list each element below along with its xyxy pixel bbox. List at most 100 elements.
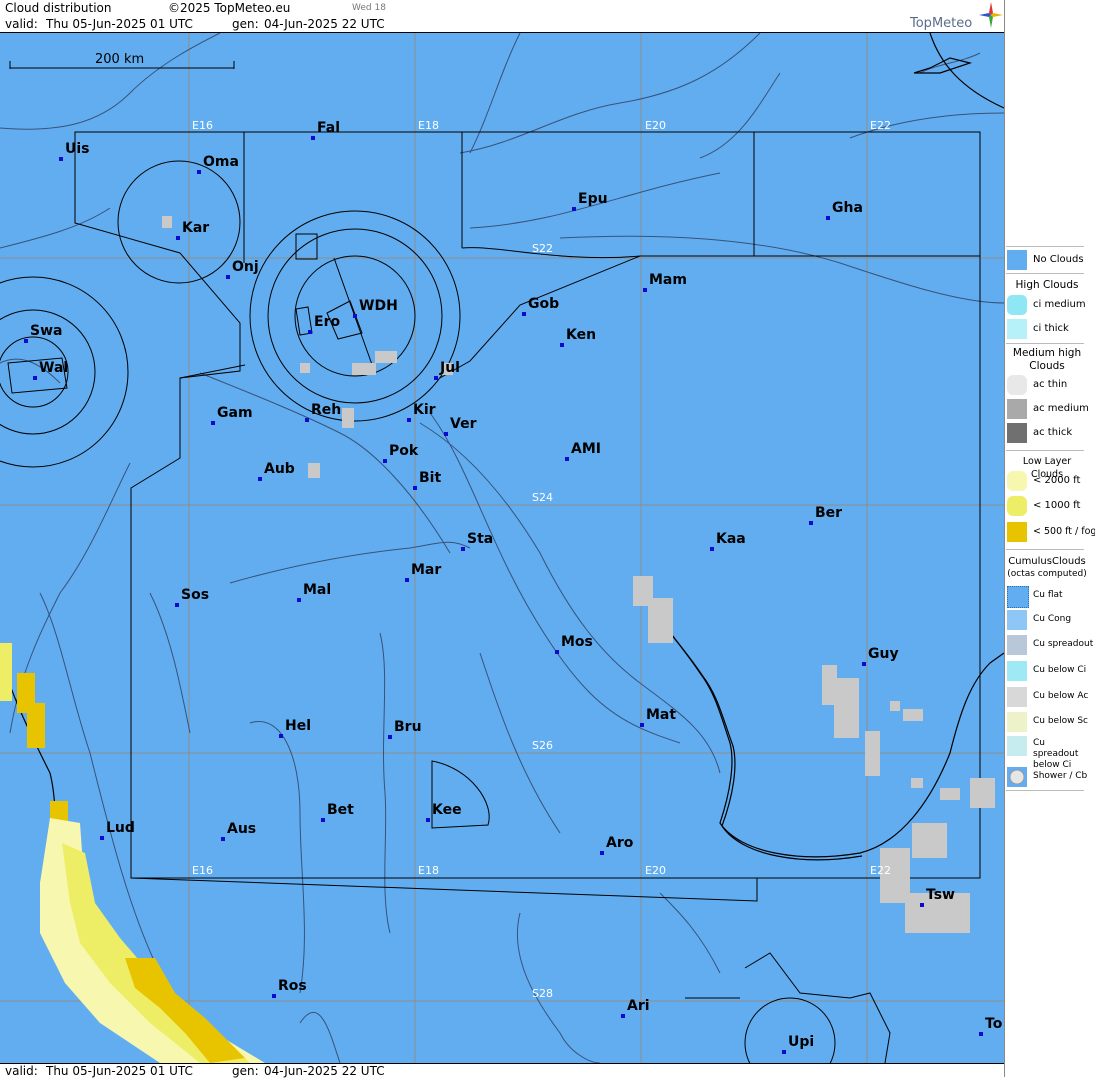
station-label: Bru <box>394 719 422 735</box>
station-label: Swa <box>30 323 63 339</box>
cloud-map[interactable]: 200 km E16 E18 E20 E22 E16 E18 E20 E22 S… <box>0 33 1004 1063</box>
grid-label-e16-bottom: E16 <box>192 864 213 877</box>
station-dot <box>197 170 201 174</box>
station-dot <box>175 603 179 607</box>
legend-no-clouds: No Clouds <box>1007 248 1087 270</box>
legend-label: Cu below Ac <box>1033 691 1089 701</box>
copyright: ©2025 TopMeteo.eu <box>168 1 291 15</box>
station-dot <box>297 598 301 602</box>
legend-cu-below-ac: Cu below Ac <box>1007 685 1089 707</box>
time-tag: Wed 18 <box>352 3 386 13</box>
station-dot <box>24 339 28 343</box>
footer-gen-label: gen: <box>232 1064 259 1078</box>
legend-panel: No Clouds High Clouds ci medium ci thick… <box>1004 0 1095 1077</box>
station-label: Ver <box>450 416 477 432</box>
station-dot <box>643 288 647 292</box>
station-label: Kir <box>413 402 436 418</box>
station-label: Bit <box>419 470 442 486</box>
station-label: AMI <box>571 441 601 457</box>
station-dot <box>600 851 604 855</box>
station-dot <box>388 735 392 739</box>
legend-ci-thick: ci thick <box>1007 317 1087 339</box>
station-label: Pok <box>389 443 419 459</box>
station-label: Sta <box>467 531 494 547</box>
station-dot <box>565 457 569 461</box>
station-dot <box>560 343 564 347</box>
grid-label-e22-top: E22 <box>870 119 891 132</box>
station-label: Oma <box>203 154 239 170</box>
station-dot <box>407 418 411 422</box>
legend-ac-medium: ac medium <box>1007 397 1089 419</box>
station-label: Aro <box>606 835 634 851</box>
legend-ac-thin: ac thin <box>1007 373 1087 395</box>
swatch-cu-cong <box>1007 610 1027 630</box>
legend-label: Cu spreadout <box>1033 639 1094 649</box>
swatch-low-1000 <box>1007 496 1027 516</box>
station-dot <box>444 432 448 436</box>
station-dot <box>176 236 180 240</box>
station-label: Ros <box>278 978 307 994</box>
station-dot <box>461 547 465 551</box>
legend-label: < 2000 ft <box>1033 475 1081 486</box>
station-label: Tsw <box>926 887 955 903</box>
station-label: Ber <box>815 505 843 521</box>
station-dot <box>862 662 866 666</box>
station-label: To <box>985 1016 1003 1032</box>
grid-label-e18-top: E18 <box>418 119 439 132</box>
legend-divider <box>1006 549 1084 550</box>
map-title: Cloud distribution <box>5 1 112 15</box>
footer-valid-label: valid: <box>5 1064 38 1078</box>
swatch-cu-flat <box>1007 586 1029 608</box>
swatch-shower <box>1007 767 1027 787</box>
station-dot <box>221 837 225 841</box>
station-label: Kee <box>432 802 462 818</box>
station-label: Jul <box>440 360 460 376</box>
station-dot <box>979 1032 983 1036</box>
station-dot <box>434 376 438 380</box>
swatch-low-500 <box>1007 522 1027 542</box>
station-label: Kaa <box>716 531 746 547</box>
valid-label: valid: <box>5 17 38 31</box>
legend-ci-medium: ci medium <box>1007 293 1087 315</box>
grid-label-e20-bottom: E20 <box>645 864 666 877</box>
legend-cu-flat: Cu flat <box>1007 584 1087 608</box>
station-dot <box>321 818 325 822</box>
station-dot <box>920 903 924 907</box>
station-label: Lud <box>106 820 135 836</box>
swatch-low-2000 <box>1007 471 1027 491</box>
station-dot <box>809 521 813 525</box>
station-label: Mar <box>411 562 442 578</box>
station-label: Gam <box>217 405 253 421</box>
station-dot <box>279 734 283 738</box>
station-label: Ari <box>627 998 650 1014</box>
station-label: Mam <box>649 272 687 288</box>
swatch-cu-spread-ci <box>1007 736 1027 756</box>
station-label: Uis <box>65 141 90 157</box>
legend-divider <box>1006 273 1084 274</box>
station-label: Wal <box>39 360 69 376</box>
station-dot <box>226 275 230 279</box>
grid-label-s28: S28 <box>532 987 553 1000</box>
legend-label: ac thick <box>1033 427 1073 438</box>
legend-label: Cu below Sc <box>1033 716 1088 726</box>
station-label: Gha <box>832 200 863 216</box>
footer-bar: valid: Thu 05-Jun-2025 01 UTC gen: 04-Ju… <box>0 1063 1004 1078</box>
swatch-cu-below-sc <box>1007 712 1027 732</box>
swatch-ci-medium <box>1007 295 1027 315</box>
station-dot <box>33 376 37 380</box>
map-lines <box>0 33 1004 1063</box>
station-dot <box>640 723 644 727</box>
station-dot <box>211 421 215 425</box>
station-label: Mal <box>303 582 332 598</box>
swatch-ac-thick <box>1007 423 1027 443</box>
grid-label-e18-bottom: E18 <box>418 864 439 877</box>
station-label: Aus <box>227 821 257 837</box>
station-dot <box>383 459 387 463</box>
legend-label: Cu Cong <box>1033 614 1072 624</box>
legend-heading-medium: Medium high Clouds <box>1012 347 1082 372</box>
header-bar: Cloud distribution ©2025 TopMeteo.eu Wed… <box>0 0 1004 33</box>
gen-label: gen: <box>232 17 259 31</box>
station-label: Ero <box>314 314 341 330</box>
legend-shower: Shower / Cb <box>1007 765 1087 787</box>
station-label: Ken <box>566 327 597 343</box>
